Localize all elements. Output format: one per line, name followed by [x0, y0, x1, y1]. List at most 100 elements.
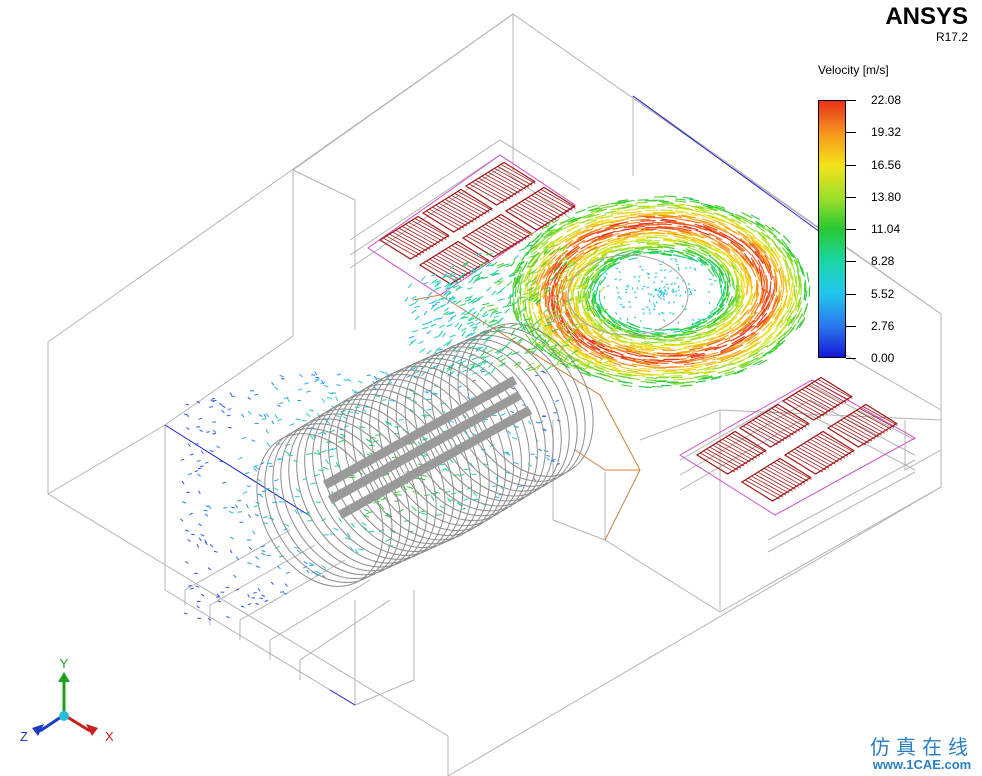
velocity-arrow: [479, 306, 486, 312]
velocity-arrow: [667, 287, 670, 290]
velocity-arrow: [276, 565, 281, 570]
velocity-arrow: [666, 292, 668, 296]
heater-wire: [760, 469, 796, 490]
velocity-arrow: [723, 210, 734, 215]
velocity-arrow: [187, 473, 193, 475]
velocity-arrow: [673, 330, 683, 333]
velocity-arrow: [385, 538, 391, 542]
velocity-arrow: [637, 199, 649, 201]
velocity-arrow: [237, 499, 242, 502]
velocity-arrow: [245, 504, 249, 509]
velocity-arrow: [670, 282, 674, 286]
velocity-arrow: [630, 371, 644, 375]
velocity-arrow: [588, 287, 592, 299]
z-axis-label: Z: [20, 729, 28, 744]
velocity-arrow: [778, 247, 787, 258]
rotor-ring: [351, 374, 490, 541]
velocity-arrow: [687, 282, 690, 286]
velocity-arrow: [196, 605, 200, 609]
velocity-arrow: [603, 296, 606, 299]
velocity-arrow: [393, 491, 401, 494]
velocity-arrow: [498, 298, 505, 301]
velocity-arrow: [656, 214, 671, 216]
velocity-arrow: [447, 318, 453, 323]
velocity-arrow: [227, 407, 232, 411]
velocity-arrow: [615, 312, 618, 315]
velocity-arrow: [200, 593, 205, 597]
axis-triad[interactable]: Y X Z: [20, 656, 114, 744]
velocity-arrow: [321, 449, 328, 453]
velocity-arrow: [624, 288, 628, 291]
velocity-arrow: [247, 396, 251, 400]
velocity-arrow: [229, 392, 233, 396]
velocity-arrow: [255, 556, 259, 560]
velocity-arrow: [476, 295, 484, 300]
velocity-arrow: [506, 351, 513, 357]
velocity-arrow: [203, 509, 208, 512]
velocity-arrow: [216, 596, 220, 598]
heater-wire: [481, 225, 517, 246]
velocity-arrow: [217, 600, 222, 603]
legend-tick-label: 11.04: [871, 222, 901, 236]
velocity-arrow: [187, 539, 191, 542]
velocity-arrow: [635, 238, 649, 241]
velocity-arrow: [435, 286, 442, 290]
velocity-arrow: [247, 603, 252, 606]
velocity-arrow: [517, 296, 520, 308]
velocity-arrow: [375, 434, 382, 436]
velocity-arrow: [268, 465, 274, 467]
velocity-arrow: [475, 321, 481, 326]
velocity-arrow: [338, 517, 343, 523]
velocity-arrow: [663, 285, 666, 289]
velocity-arrow: [660, 311, 664, 314]
velocity-arrow: [244, 472, 250, 474]
velocity-arrow: [495, 311, 502, 315]
velocity-arrow: [500, 286, 506, 292]
velocity-arrow: [271, 381, 275, 386]
velocity-arrow: [675, 198, 687, 201]
velocity-arrow: [183, 612, 188, 615]
velocity-arrow: [257, 587, 261, 592]
velocity-arrow: [316, 570, 322, 575]
velocity-arrow: [667, 339, 680, 342]
legend-tick-label: 5.52: [871, 287, 895, 301]
velocity-arrow: [284, 583, 288, 587]
velocity-arrow: [662, 294, 665, 298]
velocity-arrow: [618, 278, 622, 281]
velocity-arrow: [672, 383, 684, 385]
velocity-arrow: [646, 347, 660, 350]
velocity-arrow: [654, 276, 657, 279]
heater-wire: [432, 256, 468, 277]
velocity-arrow: [580, 300, 586, 312]
velocity-arrow: [235, 556, 239, 561]
velocity-arrow: [226, 616, 230, 619]
heater-wire: [484, 173, 520, 194]
velocity-arrow: [256, 565, 260, 569]
velocity-arrow: [469, 307, 476, 312]
velocity-arrow: [586, 290, 590, 302]
legend-tick-mark: [846, 261, 856, 262]
velocity-arrow: [277, 418, 282, 422]
velocity-arrow: [514, 286, 517, 298]
velocity-arrow: [423, 414, 430, 417]
velocity-arrow: [422, 282, 429, 285]
velocity-arrow: [404, 297, 409, 302]
velocity-arrow: [482, 302, 490, 306]
legend-tick-mark: [846, 294, 856, 295]
velocity-arrow: [258, 413, 263, 418]
velocity-arrow: [627, 224, 643, 227]
velocity-arrow: [397, 508, 405, 513]
velocity-arrow: [659, 297, 663, 300]
heater-wire: [432, 206, 468, 227]
velocity-arrow: [658, 237, 672, 240]
legend-tick-mark: [846, 132, 856, 133]
velocity-arrow: [663, 276, 667, 279]
heater-wire: [481, 175, 517, 196]
legend-tick-mark: [846, 197, 856, 198]
velocity-arrow: [739, 304, 749, 316]
heater-wire: [435, 204, 471, 225]
velocity-arrow: [655, 234, 669, 237]
velocity-arrow: [804, 279, 807, 291]
velocity-arrow: [241, 436, 247, 440]
velocity-arrow: [587, 204, 599, 209]
